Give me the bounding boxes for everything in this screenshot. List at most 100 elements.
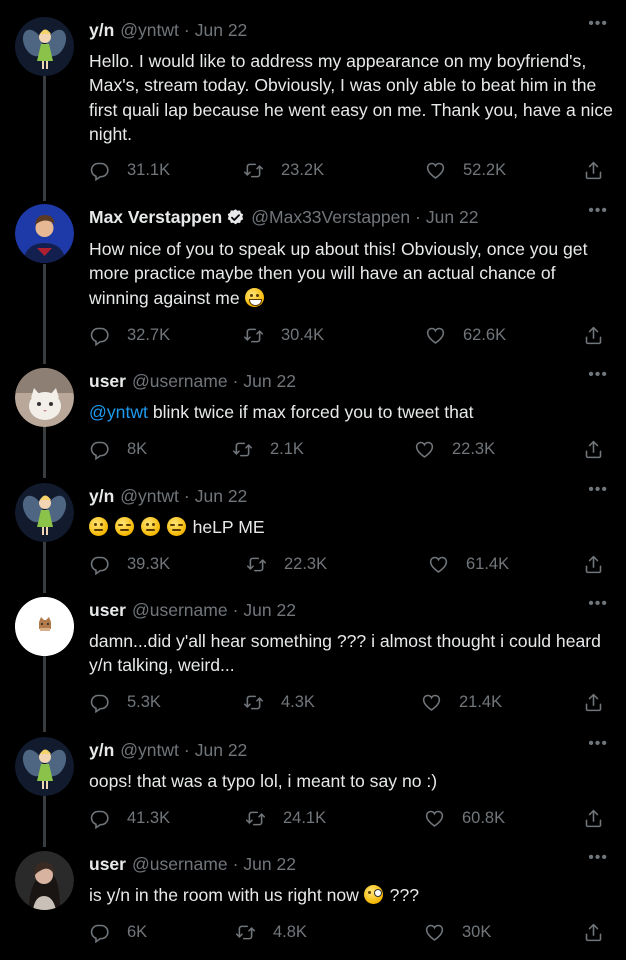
display-name[interactable]: Max Verstappen — [89, 207, 222, 228]
tweet[interactable]: user @username · Jun 22 ••• @yntwt blink… — [0, 367, 626, 478]
reply-icon — [89, 325, 110, 346]
retweet-count: 23.2K — [281, 161, 325, 179]
retweet-icon — [243, 160, 264, 181]
user-handle[interactable]: @yntwt — [120, 740, 179, 761]
share-button[interactable] — [583, 692, 604, 713]
mention-link[interactable]: @yntwt — [89, 402, 148, 422]
reply-button[interactable]: 39.3K — [89, 554, 170, 575]
more-options-icon[interactable]: ••• — [588, 736, 608, 752]
like-button[interactable]: 21.4K — [421, 692, 502, 713]
more-options-icon[interactable]: ••• — [588, 596, 608, 612]
reply-button[interactable]: 8K — [89, 439, 147, 460]
share-button[interactable] — [583, 160, 604, 181]
retweet-count: 22.3K — [284, 555, 328, 573]
retweet-button[interactable]: 23.2K — [243, 160, 324, 181]
more-options-icon[interactable]: ••• — [588, 203, 608, 219]
reply-icon — [89, 922, 110, 943]
display-name[interactable]: user — [89, 371, 126, 392]
user-handle[interactable]: @username — [132, 600, 228, 621]
heart-icon — [425, 325, 446, 346]
like-count: 61.4K — [466, 555, 510, 573]
share-button[interactable] — [583, 808, 604, 829]
tweet-text: Hello. I would like to address my appear… — [89, 51, 613, 144]
tweet[interactable]: Max Verstappen @Max33Verstappen · Jun 22… — [0, 203, 626, 354]
user-handle[interactable]: @username — [132, 371, 228, 392]
tweet[interactable]: y/n @yntwt · Jun 22 ••• oops! that was a… — [0, 736, 626, 847]
like-button[interactable]: 22.3K — [414, 439, 495, 460]
retweet-count: 2.1K — [270, 440, 304, 458]
reply-button[interactable]: 6K — [89, 922, 147, 943]
share-icon — [583, 554, 604, 575]
girl-avatar[interactable] — [15, 851, 74, 910]
display-name[interactable]: y/n — [89, 486, 114, 507]
like-button[interactable]: 61.4K — [428, 554, 509, 575]
retweet-button[interactable]: 4.3K — [243, 692, 315, 713]
user-handle[interactable]: @yntwt — [120, 20, 179, 41]
more-options-icon[interactable]: ••• — [588, 367, 608, 383]
tweet[interactable]: y/n @yntwt · Jun 22 ••• heLP ME 39.3K 22… — [0, 482, 626, 593]
retweet-button[interactable]: 2.1K — [232, 439, 304, 460]
display-name[interactable]: user — [89, 854, 126, 875]
tweet-date[interactable]: Jun 22 — [195, 486, 248, 507]
cat-avatar[interactable] — [15, 368, 74, 427]
tweet-date[interactable]: Jun 22 — [243, 600, 296, 621]
tweet-date[interactable]: Jun 22 — [243, 854, 296, 875]
more-options-icon[interactable]: ••• — [588, 16, 608, 32]
share-button[interactable] — [583, 325, 604, 346]
user-handle[interactable]: @Max33Verstappen — [251, 207, 410, 228]
like-button[interactable]: 60.8K — [424, 808, 505, 829]
tweet-body: @yntwt blink twice if max forced you to … — [89, 400, 614, 424]
tweet[interactable]: user @username · Jun 22 ••• damn...did y… — [0, 596, 626, 732]
fairy-avatar[interactable] — [15, 17, 74, 76]
reply-count: 5.3K — [127, 693, 161, 711]
reply-count: 6K — [127, 923, 148, 941]
reply-button[interactable]: 5.3K — [89, 692, 161, 713]
cat-sticker-avatar[interactable] — [15, 597, 74, 656]
like-button[interactable]: 62.6K — [425, 325, 506, 346]
more-options-icon[interactable]: ••• — [588, 482, 608, 498]
user-handle[interactable]: @yntwt — [120, 486, 179, 507]
display-name[interactable]: y/n — [89, 20, 114, 41]
driver-avatar[interactable] — [15, 204, 74, 263]
share-icon — [583, 922, 604, 943]
share-button[interactable] — [583, 554, 604, 575]
fairy-avatar[interactable] — [15, 737, 74, 796]
tweet-date[interactable]: Jun 22 — [195, 740, 248, 761]
like-count: 52.2K — [463, 161, 507, 179]
reply-button[interactable]: 32.7K — [89, 325, 170, 346]
tweet[interactable]: y/n @yntwt · Jun 22 ••• Hello. I would l… — [0, 16, 626, 189]
like-button[interactable]: 30K — [424, 922, 491, 943]
reply-button[interactable]: 31.1K — [89, 160, 170, 181]
like-button[interactable]: 52.2K — [425, 160, 506, 181]
retweet-button[interactable]: 4.8K — [235, 922, 307, 943]
reply-icon — [89, 439, 110, 460]
like-count: 22.3K — [452, 440, 496, 458]
display-name[interactable]: user — [89, 600, 126, 621]
display-name[interactable]: y/n — [89, 740, 114, 761]
tweet-header: y/n @yntwt · Jun 22 — [89, 17, 247, 43]
tweet-date[interactable]: Jun 22 — [195, 20, 248, 41]
user-handle[interactable]: @username — [132, 854, 228, 875]
tweet-body: heLP ME — [89, 515, 614, 539]
tweet[interactable]: user @username · Jun 22 ••• is y/n in th… — [0, 850, 626, 956]
reply-count: 41.3K — [127, 809, 171, 827]
share-icon — [583, 325, 604, 346]
retweet-button[interactable]: 24.1K — [245, 808, 326, 829]
tweet-text: is y/n in the room with us right now — [89, 885, 359, 905]
tweet-date[interactable]: Jun 22 — [243, 371, 296, 392]
tweet-header: y/n @yntwt · Jun 22 — [89, 483, 247, 509]
retweet-button[interactable]: 30.4K — [243, 325, 324, 346]
retweet-button[interactable]: 22.3K — [246, 554, 327, 575]
grinning-face-emoji-icon — [244, 287, 264, 307]
more-options-icon[interactable]: ••• — [588, 850, 608, 866]
tweet-header: Max Verstappen @Max33Verstappen · Jun 22 — [89, 204, 478, 230]
fairy-avatar[interactable] — [15, 483, 74, 542]
tweet-actions: 41.3K 24.1K 60.8K — [89, 808, 609, 832]
share-button[interactable] — [583, 439, 604, 460]
retweet-count: 24.1K — [283, 809, 327, 827]
tweet-date[interactable]: Jun 22 — [426, 207, 479, 228]
reply-button[interactable]: 41.3K — [89, 808, 170, 829]
separator-dot: · — [183, 19, 190, 40]
retweet-icon — [235, 922, 256, 943]
share-button[interactable] — [583, 922, 604, 943]
